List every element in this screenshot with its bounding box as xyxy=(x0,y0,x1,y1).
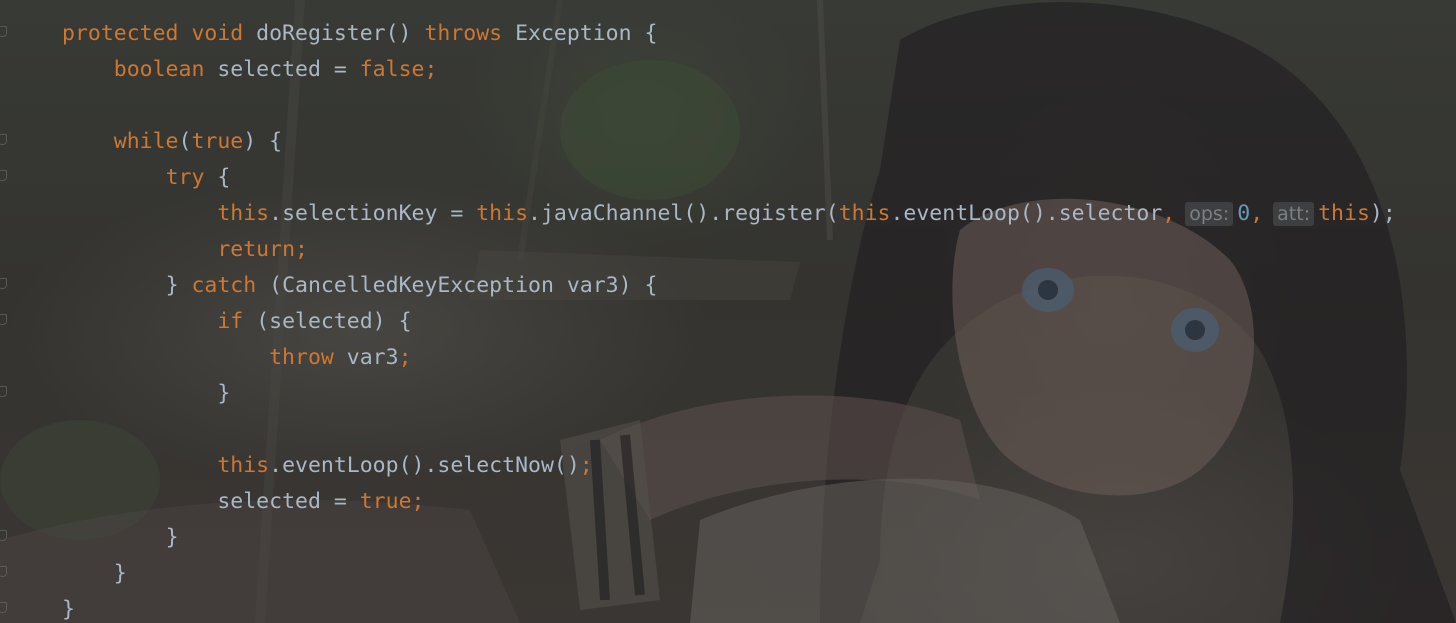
code-token: (CancelledKeyException var3) { xyxy=(269,273,658,298)
code-token: ; xyxy=(579,453,593,478)
code-token: ( xyxy=(178,129,192,154)
code-token: { xyxy=(217,165,231,190)
code-token: catch xyxy=(191,273,270,298)
code-line[interactable]: while(true) { xyxy=(62,126,1396,162)
code-token: boolean xyxy=(113,57,218,82)
code-token: throw xyxy=(269,345,347,370)
code-token: this xyxy=(217,201,270,226)
code-token: return; xyxy=(217,237,308,262)
code-line[interactable]: } xyxy=(62,594,1396,623)
code-line[interactable]: this.selectionKey = this.javaChannel().r… xyxy=(62,198,1396,234)
code-token: , xyxy=(1162,201,1176,226)
fold-icon[interactable] xyxy=(0,530,7,541)
code-token: selected = xyxy=(217,57,360,82)
fold-icon[interactable] xyxy=(0,278,7,289)
code-token: false; xyxy=(359,57,438,82)
code-line[interactable]: return; xyxy=(62,234,1396,270)
code-token: var3 xyxy=(346,345,399,370)
code-line[interactable] xyxy=(62,90,1396,126)
code-line[interactable]: try { xyxy=(62,162,1396,198)
code-token: .eventLoop().selectNow() xyxy=(269,453,580,478)
code-line[interactable]: throw var3; xyxy=(62,342,1396,378)
fold-icon[interactable] xyxy=(0,602,7,613)
code-token: true xyxy=(191,129,244,154)
code-token: } xyxy=(217,381,231,406)
fold-icon[interactable] xyxy=(0,566,7,577)
code-token: ); xyxy=(1369,201,1396,226)
fold-icon[interactable] xyxy=(0,26,7,37)
code-token: doRegister() xyxy=(256,21,425,46)
code-token: } xyxy=(165,273,192,298)
code-area[interactable]: protected void doRegister() throws Excep… xyxy=(62,18,1396,623)
fold-icon[interactable] xyxy=(0,386,7,397)
code-token: while xyxy=(113,129,179,154)
code-token: } xyxy=(165,525,179,550)
code-token: } xyxy=(62,597,75,622)
code-line[interactable]: this.eventLoop().selectNow(); xyxy=(62,450,1396,486)
code-token: .selectionKey = xyxy=(269,201,477,226)
code-token: (selected) { xyxy=(256,309,412,334)
code-token: true; xyxy=(359,489,425,514)
fold-icon[interactable] xyxy=(0,134,7,145)
code-line[interactable]: selected = true; xyxy=(62,486,1396,522)
code-token: .eventLoop().selector xyxy=(890,201,1163,226)
code-token: Exception { xyxy=(515,21,658,46)
fold-icon[interactable] xyxy=(0,170,7,181)
code-line[interactable] xyxy=(62,414,1396,450)
code-line[interactable]: } xyxy=(62,558,1396,594)
code-token: } xyxy=(113,561,127,586)
code-line[interactable]: if (selected) { xyxy=(62,306,1396,342)
code-token: selected = xyxy=(217,489,360,514)
parameter-hint: att: xyxy=(1273,202,1315,226)
code-line[interactable]: protected void doRegister() throws Excep… xyxy=(62,18,1396,54)
code-line[interactable]: } xyxy=(62,378,1396,414)
parameter-hint: ops: xyxy=(1185,202,1234,226)
code-line[interactable]: } catch (CancelledKeyException var3) { xyxy=(62,270,1396,306)
code-token: ; xyxy=(398,345,412,370)
code-token: .javaChannel().register( xyxy=(528,201,839,226)
code-token: ) { xyxy=(243,129,283,154)
code-token: this xyxy=(476,201,529,226)
code-token: throws xyxy=(424,21,516,46)
code-editor[interactable]: protected void doRegister() throws Excep… xyxy=(0,0,1456,623)
code-token: this xyxy=(1318,201,1370,226)
code-token: this xyxy=(217,453,270,478)
editor-gutter xyxy=(0,0,14,623)
fold-icon[interactable] xyxy=(0,314,7,325)
code-token: 0 xyxy=(1237,201,1251,226)
code-token: try xyxy=(165,165,218,190)
code-line[interactable]: boolean selected = false; xyxy=(62,54,1396,90)
code-token: this xyxy=(838,201,891,226)
code-token: if xyxy=(217,309,257,334)
code-token: protected void xyxy=(62,21,257,46)
code-token: , xyxy=(1250,201,1264,226)
code-line[interactable]: } xyxy=(62,522,1396,558)
